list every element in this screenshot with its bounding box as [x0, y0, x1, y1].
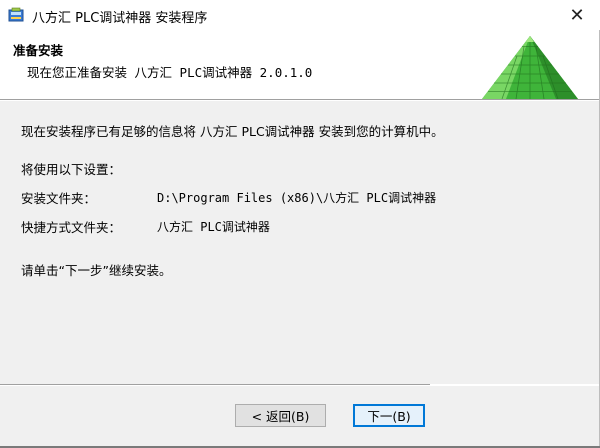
installer-icon — [8, 7, 24, 23]
instruction-text: 请单击“下一步”继续安装。 — [21, 263, 172, 278]
shortcut-folder-value: 八方汇 PLC调试神器 — [157, 220, 270, 234]
title-bar: 八方汇 PLC调试神器 安装程序 ✕ — [0, 0, 600, 30]
page-title: 准备安装 — [13, 43, 64, 58]
wizard-content: 现在安装程序已有足够的信息将 八方汇 PLC调试神器 安装到您的计算机中。 将使… — [0, 101, 600, 384]
wizard-footer: < 返回(B) 下一(B) — [0, 386, 600, 448]
shortcut-folder-label: 快捷方式文件夹： — [21, 220, 122, 235]
page-subtitle: 现在您正准备安装 八方汇 PLC调试神器 2.0.1.0 — [27, 65, 313, 80]
wizard-header: 准备安装 现在您正准备安装 八方汇 PLC调试神器 2.0.1.0 — [0, 30, 600, 100]
settings-heading: 将使用以下设置： — [21, 162, 122, 177]
next-button[interactable]: 下一(B) — [353, 404, 425, 427]
green-pyramid-logo — [460, 30, 600, 100]
back-button[interactable]: < 返回(B) — [235, 404, 326, 427]
close-button[interactable]: ✕ — [554, 0, 600, 30]
install-folder-value: D:\Program Files (x86)\八方汇 PLC调试神器 — [157, 191, 437, 205]
window-title: 八方汇 PLC调试神器 安装程序 — [32, 11, 208, 26]
intro-text: 现在安装程序已有足够的信息将 八方汇 PLC调试神器 安装到您的计算机中。 — [21, 124, 444, 139]
install-folder-label: 安装文件夹： — [21, 191, 97, 206]
close-icon: ✕ — [569, 4, 585, 26]
